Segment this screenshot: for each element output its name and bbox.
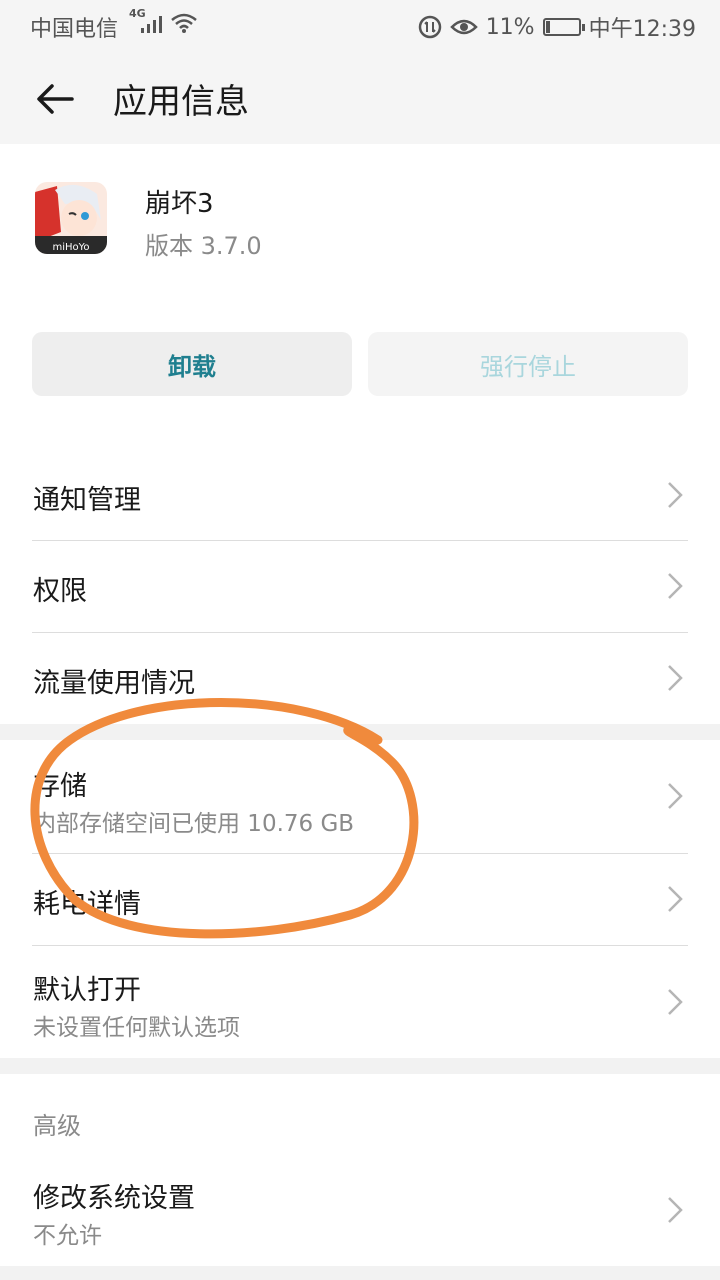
- signal-icon: [141, 16, 162, 33]
- app-bar: 应用信息: [0, 52, 720, 144]
- list-item-title: 修改系统设置: [33, 1183, 195, 1214]
- chevron-right-icon: [668, 1197, 683, 1223]
- svg-text:miHoYo: miHoYo: [52, 242, 89, 253]
- list-item-title: 耗电详情: [33, 889, 141, 920]
- section-gap: [0, 1266, 720, 1280]
- list-item-title: 流量使用情况: [33, 668, 195, 699]
- eye-comfort-icon: [449, 19, 478, 35]
- list-item-subtitle: 未设置任何默认选项: [33, 1015, 240, 1041]
- section-gap: [0, 1058, 720, 1074]
- list-item-notifications[interactable]: 通知管理: [0, 450, 720, 540]
- chevron-right-icon: [668, 886, 683, 912]
- chevron-right-icon: [668, 783, 683, 809]
- list-item-subtitle: 不允许: [33, 1223, 102, 1249]
- data-saver-icon: [418, 15, 441, 39]
- status-right-group: 11% 中午12:39: [418, 11, 696, 43]
- wifi-icon: [171, 13, 197, 33]
- chevron-right-icon: [668, 573, 683, 599]
- clock: 中午12:39: [588, 17, 696, 42]
- list-item-open-by-default[interactable]: 默认打开 未设置任何默认选项: [0, 946, 720, 1058]
- section-header-advanced: 高级: [33, 1112, 81, 1140]
- list-item-title: 通知管理: [33, 485, 141, 516]
- chevron-right-icon: [668, 482, 683, 508]
- list-item-modify-system-settings[interactable]: 修改系统设置 不允许: [0, 1154, 720, 1266]
- list-item-title: 默认打开: [33, 975, 141, 1006]
- list-item-subtitle: 内部存储空间已使用 10.76 GB: [33, 811, 355, 837]
- carrier-label: 中国电信: [30, 17, 119, 42]
- back-arrow-icon[interactable]: [30, 74, 80, 124]
- app-name: 崩坏3: [145, 189, 214, 219]
- section-gap: [0, 724, 720, 740]
- status-bar: 中国电信 4G 11% 中午12:39: [0, 0, 720, 52]
- list-item-title: 权限: [33, 576, 87, 607]
- list-item-battery-usage[interactable]: 耗电详情: [0, 854, 720, 945]
- app-icon: miHoYo: [35, 182, 107, 254]
- battery-percent: 11%: [485, 14, 535, 40]
- page-title: 应用信息: [113, 82, 249, 122]
- chevron-right-icon: [668, 665, 683, 691]
- list-item-title: 存储: [33, 771, 87, 802]
- force-stop-button[interactable]: 强行停止: [368, 332, 688, 396]
- app-info-screen: 中国电信 4G 11% 中午12:39 应用信息 miHoYo 崩坏3 版本 3…: [0, 0, 720, 1280]
- app-version: 版本 3.7.0: [145, 232, 262, 260]
- uninstall-button[interactable]: 卸载: [32, 332, 352, 396]
- chevron-right-icon: [668, 989, 683, 1015]
- list-item-data-usage[interactable]: 流量使用情况: [0, 633, 720, 724]
- list-item-permissions[interactable]: 权限: [0, 541, 720, 632]
- battery-icon: [542, 18, 585, 36]
- list-item-storage[interactable]: 存储 内部存储空间已使用 10.76 GB: [0, 740, 720, 853]
